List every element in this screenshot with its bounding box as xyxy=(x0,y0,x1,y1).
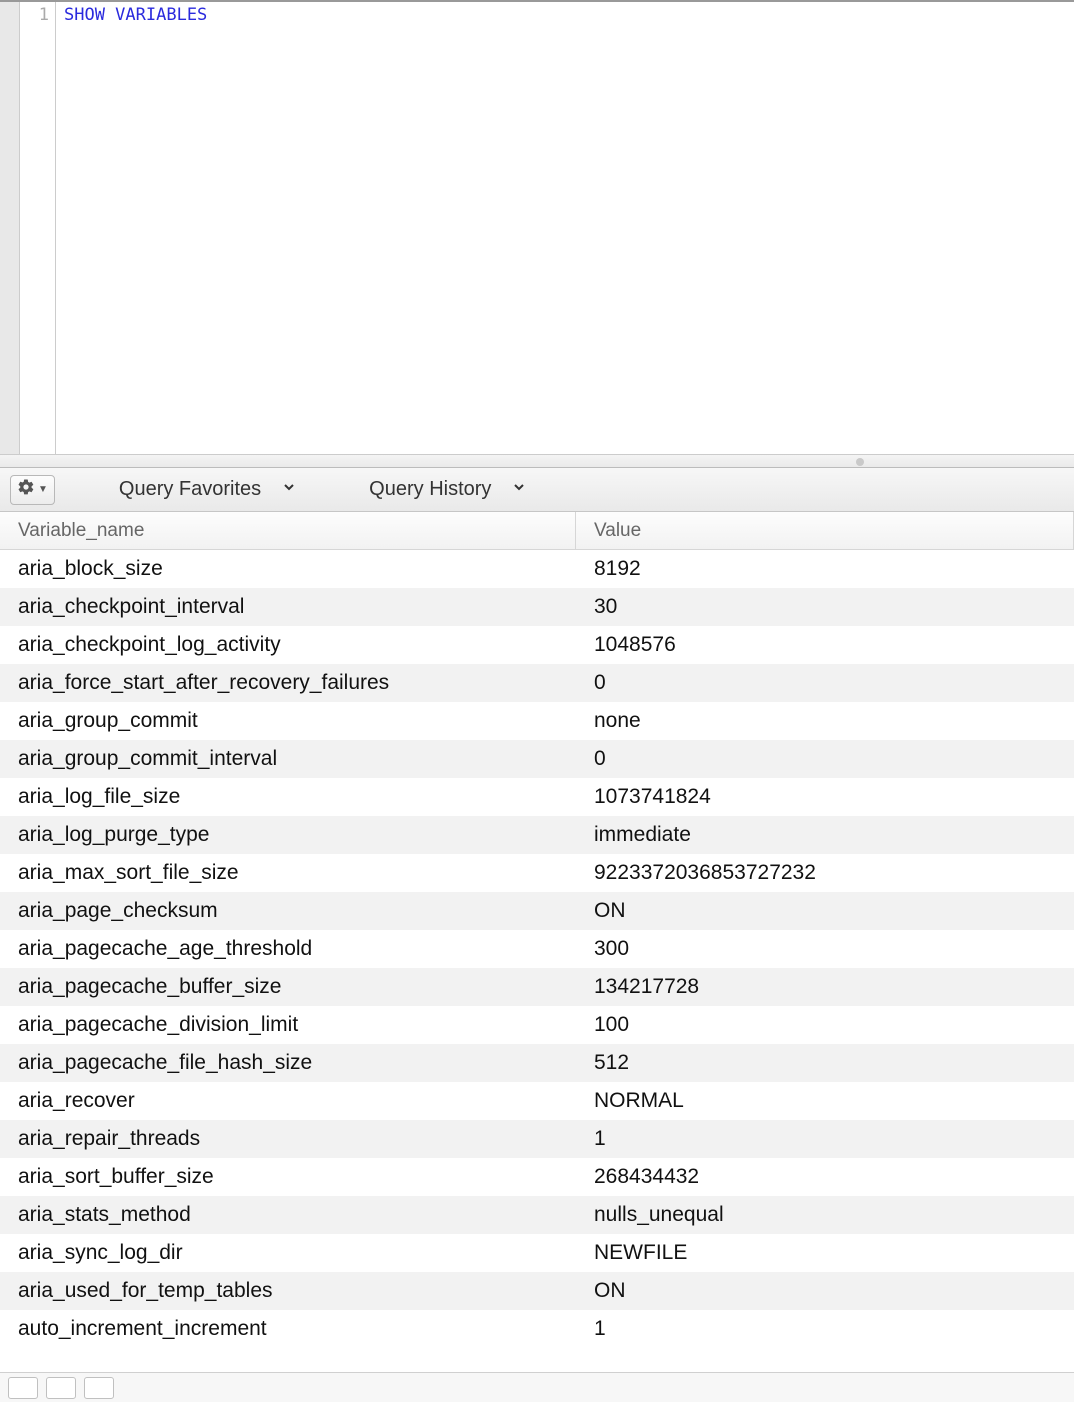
cell-value: NEWFILE xyxy=(576,1241,1074,1265)
cell-value: none xyxy=(576,709,1074,733)
footer-button[interactable] xyxy=(8,1377,38,1399)
dropdown-triangle-icon: ▼ xyxy=(38,484,48,495)
cell-variable-name: aria_sort_buffer_size xyxy=(0,1165,576,1189)
cell-variable-name: aria_checkpoint_interval xyxy=(0,595,576,619)
sql-text: SHOW VARIABLES xyxy=(64,5,207,25)
cell-variable-name: aria_pagecache_division_limit xyxy=(0,1013,576,1037)
table-row[interactable]: aria_log_purge_typeimmediate xyxy=(0,816,1074,854)
cell-value: 0 xyxy=(576,747,1074,771)
settings-button[interactable]: ▼ xyxy=(10,475,55,505)
table-row[interactable]: aria_group_commitnone xyxy=(0,702,1074,740)
table-row[interactable]: aria_checkpoint_log_activity1048576 xyxy=(0,626,1074,664)
scrollbar-thumb[interactable] xyxy=(856,458,864,466)
cell-value: 512 xyxy=(576,1051,1074,1075)
chevron-down-icon xyxy=(281,478,297,501)
cell-value: 0 xyxy=(576,671,1074,695)
table-row[interactable]: aria_used_for_temp_tablesON xyxy=(0,1272,1074,1310)
app-window: 1 SHOW VARIABLES ▼ Query Favorites Query… xyxy=(0,0,1074,1402)
query-history-label: Query History xyxy=(369,478,491,501)
cell-variable-name: aria_log_file_size xyxy=(0,785,576,809)
footer-toolbar xyxy=(0,1372,1074,1402)
cell-variable-name: aria_stats_method xyxy=(0,1203,576,1227)
table-row[interactable]: aria_repair_threads1 xyxy=(0,1120,1074,1158)
cell-variable-name: aria_group_commit xyxy=(0,709,576,733)
cell-value: NORMAL xyxy=(576,1089,1074,1113)
cell-variable-name: aria_log_purge_type xyxy=(0,823,576,847)
editor-folding-strip xyxy=(0,2,20,454)
table-row[interactable]: aria_recoverNORMAL xyxy=(0,1082,1074,1120)
cell-value: 100 xyxy=(576,1013,1074,1037)
footer-button[interactable] xyxy=(46,1377,76,1399)
query-favorites-dropdown[interactable]: Query Favorites xyxy=(111,478,305,501)
cell-variable-name: aria_pagecache_file_hash_size xyxy=(0,1051,576,1075)
cell-variable-name: aria_checkpoint_log_activity xyxy=(0,633,576,657)
cell-value: ON xyxy=(576,899,1074,923)
cell-variable-name: aria_pagecache_buffer_size xyxy=(0,975,576,999)
cell-value: immediate xyxy=(576,823,1074,847)
table-row[interactable]: aria_sort_buffer_size268434432 xyxy=(0,1158,1074,1196)
cell-value: 8192 xyxy=(576,557,1074,581)
sql-editor-pane: 1 SHOW VARIABLES xyxy=(0,2,1074,454)
table-row[interactable]: aria_pagecache_file_hash_size512 xyxy=(0,1044,1074,1082)
cell-value: 30 xyxy=(576,595,1074,619)
table-row[interactable]: aria_block_size8192 xyxy=(0,550,1074,588)
query-favorites-label: Query Favorites xyxy=(119,478,261,501)
cell-value: 268434432 xyxy=(576,1165,1074,1189)
editor-horizontal-scrollbar[interactable] xyxy=(0,454,1074,468)
chevron-down-icon xyxy=(511,478,527,501)
cell-variable-name: auto_increment_increment xyxy=(0,1317,576,1341)
table-row[interactable]: aria_stats_methodnulls_unequal xyxy=(0,1196,1074,1234)
cell-variable-name: aria_used_for_temp_tables xyxy=(0,1279,576,1303)
results-header: Variable_name Value xyxy=(0,512,1074,550)
table-row[interactable]: aria_checkpoint_interval30 xyxy=(0,588,1074,626)
cell-variable-name: aria_sync_log_dir xyxy=(0,1241,576,1265)
query-history-dropdown[interactable]: Query History xyxy=(361,478,535,501)
table-row[interactable]: aria_pagecache_age_threshold300 xyxy=(0,930,1074,968)
table-row[interactable]: aria_group_commit_interval0 xyxy=(0,740,1074,778)
cell-value: 1 xyxy=(576,1127,1074,1151)
table-row[interactable]: aria_pagecache_buffer_size134217728 xyxy=(0,968,1074,1006)
results-pane: Variable_name Value aria_block_size8192a… xyxy=(0,512,1074,1372)
cell-variable-name: aria_max_sort_file_size xyxy=(0,861,576,885)
column-header-variable-name[interactable]: Variable_name xyxy=(0,512,576,549)
table-row[interactable]: aria_force_start_after_recovery_failures… xyxy=(0,664,1074,702)
cell-variable-name: aria_page_checksum xyxy=(0,899,576,923)
cell-variable-name: aria_block_size xyxy=(0,557,576,581)
table-row[interactable]: aria_log_file_size1073741824 xyxy=(0,778,1074,816)
cell-variable-name: aria_recover xyxy=(0,1089,576,1113)
table-row[interactable]: auto_increment_increment1 xyxy=(0,1310,1074,1348)
cell-value: 1 xyxy=(576,1317,1074,1341)
sql-editor[interactable]: SHOW VARIABLES xyxy=(56,2,1074,454)
table-row[interactable]: aria_sync_log_dirNEWFILE xyxy=(0,1234,1074,1272)
cell-value: 300 xyxy=(576,937,1074,961)
results-body[interactable]: aria_block_size8192aria_checkpoint_inter… xyxy=(0,550,1074,1372)
footer-button[interactable] xyxy=(84,1377,114,1399)
table-row[interactable]: aria_max_sort_file_size92233720368537272… xyxy=(0,854,1074,892)
cell-value: 9223372036853727232 xyxy=(576,861,1074,885)
editor-gutter: 1 xyxy=(20,2,56,454)
column-header-value[interactable]: Value xyxy=(576,512,1074,549)
cell-value: nulls_unequal xyxy=(576,1203,1074,1227)
line-number: 1 xyxy=(20,5,49,25)
cell-variable-name: aria_repair_threads xyxy=(0,1127,576,1151)
cell-variable-name: aria_group_commit_interval xyxy=(0,747,576,771)
query-toolbar: ▼ Query Favorites Query History xyxy=(0,468,1074,512)
cell-variable-name: aria_pagecache_age_threshold xyxy=(0,937,576,961)
cell-value: 134217728 xyxy=(576,975,1074,999)
cell-variable-name: aria_force_start_after_recovery_failures xyxy=(0,671,576,695)
cell-value: ON xyxy=(576,1279,1074,1303)
cell-value: 1073741824 xyxy=(576,785,1074,809)
cell-value: 1048576 xyxy=(576,633,1074,657)
table-row[interactable]: aria_page_checksumON xyxy=(0,892,1074,930)
table-row[interactable]: aria_pagecache_division_limit100 xyxy=(0,1006,1074,1044)
gear-icon xyxy=(17,478,35,502)
